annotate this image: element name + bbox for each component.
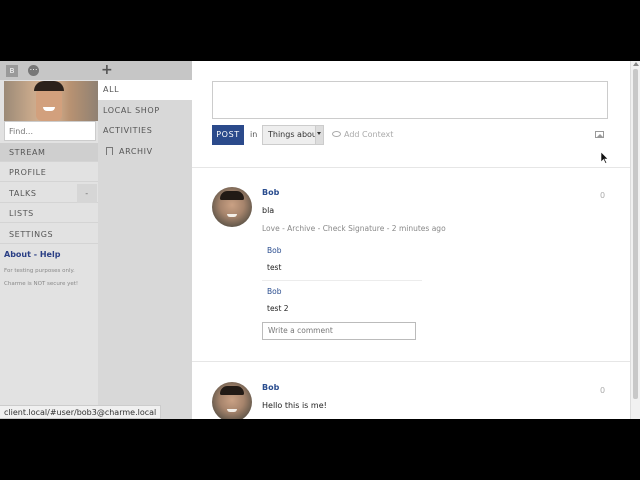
app-screen: B ⋯ + STREAM PROFILE TALKS - LISTS SETTI… <box>0 61 640 419</box>
comment-text: test <box>267 263 282 272</box>
context-item-label: LOCAL SHOP <box>103 106 160 115</box>
chevron-down-icon <box>315 126 323 144</box>
context-select[interactable]: Things abou <box>262 125 324 145</box>
sidebar-item-label: PROFILE <box>9 168 47 177</box>
sidebar-item-talks[interactable]: TALKS - <box>0 184 98 203</box>
in-label: in <box>250 130 258 139</box>
avatar-hair <box>220 386 244 395</box>
post-count: 0 <box>600 191 606 200</box>
divider <box>192 361 630 362</box>
security-note: Charme is NOT secure yet! <box>4 281 79 287</box>
sidebar-item-label: TALKS <box>9 189 37 198</box>
find-input[interactable] <box>4 121 96 141</box>
post-button[interactable]: POST <box>212 125 244 145</box>
post-text: Hello this is me! <box>262 401 327 410</box>
context-item-activities[interactable]: ACTIVITIES <box>98 121 192 141</box>
scroll-thumb[interactable] <box>633 69 638 399</box>
comment-text: test 2 <box>267 304 289 313</box>
comment-input[interactable]: Write a comment <box>262 322 416 340</box>
post-count: 0 <box>600 386 606 395</box>
bookmark-icon <box>106 147 113 155</box>
sidebar-item-label: STREAM <box>9 148 46 157</box>
avatar-hair <box>34 81 64 91</box>
scrollbar[interactable] <box>630 61 640 419</box>
add-context-label: Add Context <box>344 130 394 139</box>
about-help-link[interactable]: About - Help <box>4 250 60 259</box>
user-badge-button[interactable]: B <box>6 65 18 77</box>
profile-avatar[interactable] <box>4 81 98 121</box>
add-context-button[interactable]: Add Context <box>332 125 393 145</box>
menu-icon[interactable]: ⋯ <box>28 65 39 76</box>
sidebar-item-settings[interactable]: SETTINGS <box>0 225 98 244</box>
post-author-link[interactable]: Bob <box>262 383 279 392</box>
post-meta-actions[interactable]: Love - Archive - Check Signature - 2 min… <box>262 224 446 233</box>
sidebar-item-lists[interactable]: LISTS <box>0 204 98 223</box>
top-bar: B ⋯ + <box>0 61 192 80</box>
scroll-up-icon[interactable] <box>633 62 639 66</box>
testing-note: For testing purposes only. <box>4 268 75 274</box>
comment-author-link[interactable]: Bob <box>267 287 282 296</box>
collapse-talks-button[interactable]: - <box>77 184 97 203</box>
avatar[interactable] <box>212 382 252 419</box>
context-nav: ALL LOCAL SHOP ACTIVITIES ARCHIV <box>98 80 192 419</box>
context-item-label: ACTIVITIES <box>103 126 153 135</box>
sidebar-item-label: LISTS <box>9 209 34 218</box>
sidebar-item-stream[interactable]: STREAM <box>0 143 98 162</box>
avatar[interactable] <box>212 187 252 227</box>
comment-divider <box>262 280 422 281</box>
context-item-local-shop[interactable]: LOCAL SHOP <box>98 101 192 121</box>
divider <box>192 167 630 168</box>
post-author-link[interactable]: Bob <box>262 188 279 197</box>
image-icon[interactable] <box>595 131 604 138</box>
context-select-value: Things abou <box>268 130 317 139</box>
post-text: bla <box>262 206 275 215</box>
context-item-label: ARCHIV <box>119 147 153 156</box>
main-stream: POST in Things abou Add Context Bob 0 bl… <box>192 61 630 419</box>
context-item-all[interactable]: ALL <box>98 80 192 100</box>
eye-icon <box>332 131 341 137</box>
avatar-hair <box>220 191 244 200</box>
post-textarea[interactable] <box>212 81 608 119</box>
comment-author-link[interactable]: Bob <box>267 246 282 255</box>
sidebar-item-label: SETTINGS <box>9 230 54 239</box>
sidebar-item-profile[interactable]: PROFILE <box>0 163 98 182</box>
status-bar-url: client.local/#user/bob3@charme.local <box>0 405 162 419</box>
context-item-label: ALL <box>103 85 120 94</box>
context-item-archiv[interactable]: ARCHIV <box>98 142 192 162</box>
add-icon[interactable]: + <box>101 62 113 78</box>
avatar-smile <box>227 409 237 412</box>
mouse-cursor-icon <box>601 152 609 164</box>
avatar-smile <box>227 214 237 217</box>
